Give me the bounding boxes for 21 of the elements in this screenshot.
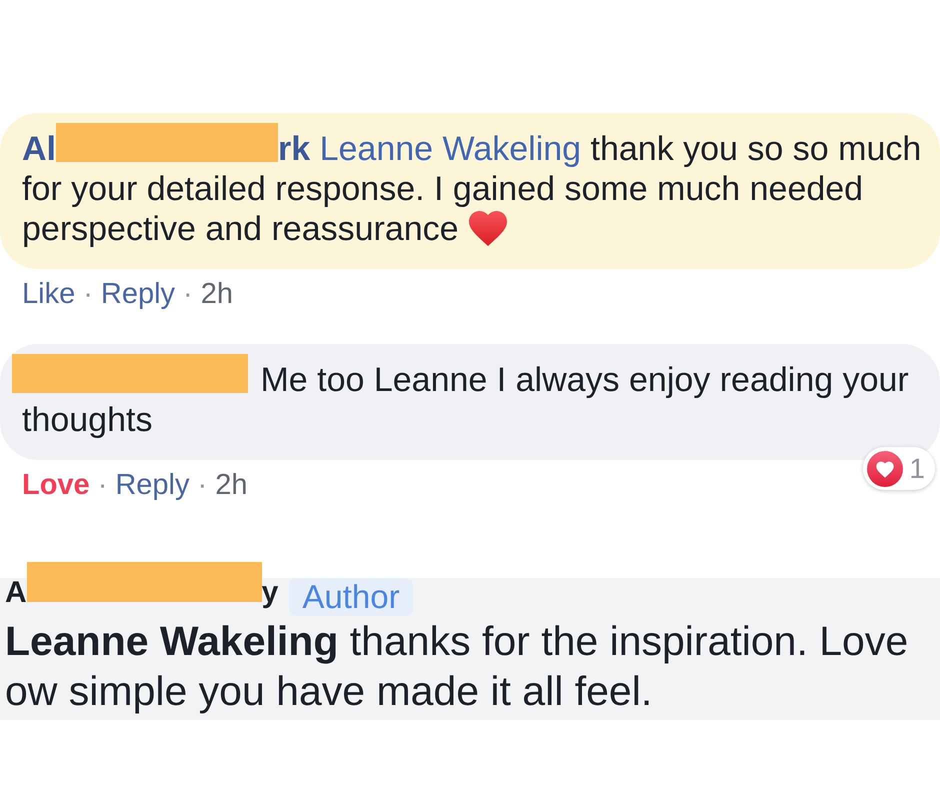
reaction-link[interactable]: Like (22, 277, 76, 311)
reply-link[interactable]: Reply (115, 468, 190, 502)
author-name-link[interactable]: Al (22, 130, 56, 168)
author-name: y (262, 578, 278, 608)
reaction-count-button[interactable]: 1 (863, 447, 935, 490)
separator-dot: · (98, 468, 108, 502)
timestamp: 2h (215, 468, 248, 502)
separator-dot: · (198, 468, 208, 502)
love-reaction-icon (867, 450, 904, 486)
author-name: A (5, 578, 27, 608)
comment-text: Leanne Wakeling thanks for the inspiration. Love ow simple you have made it all feel. (5, 617, 910, 716)
reply-link[interactable]: Reply (100, 277, 176, 311)
mention-link[interactable]: Leanne Wakeling (320, 130, 582, 168)
comment-text: Al rk Leanne Wakeling thank you so so much for your detailed response. I gained some much needed perspective and reassurance (22, 129, 928, 249)
reaction-link[interactable]: Love (22, 468, 90, 502)
comment-text: Me too Leanne I always enjoy reading your thoughts (22, 360, 928, 440)
author-badge: Author (289, 578, 413, 616)
separator-dot: · (183, 277, 193, 311)
timestamp: 2h (200, 277, 233, 311)
separator-dot: · (83, 277, 93, 311)
author-name-link[interactable]: rk (278, 130, 310, 168)
